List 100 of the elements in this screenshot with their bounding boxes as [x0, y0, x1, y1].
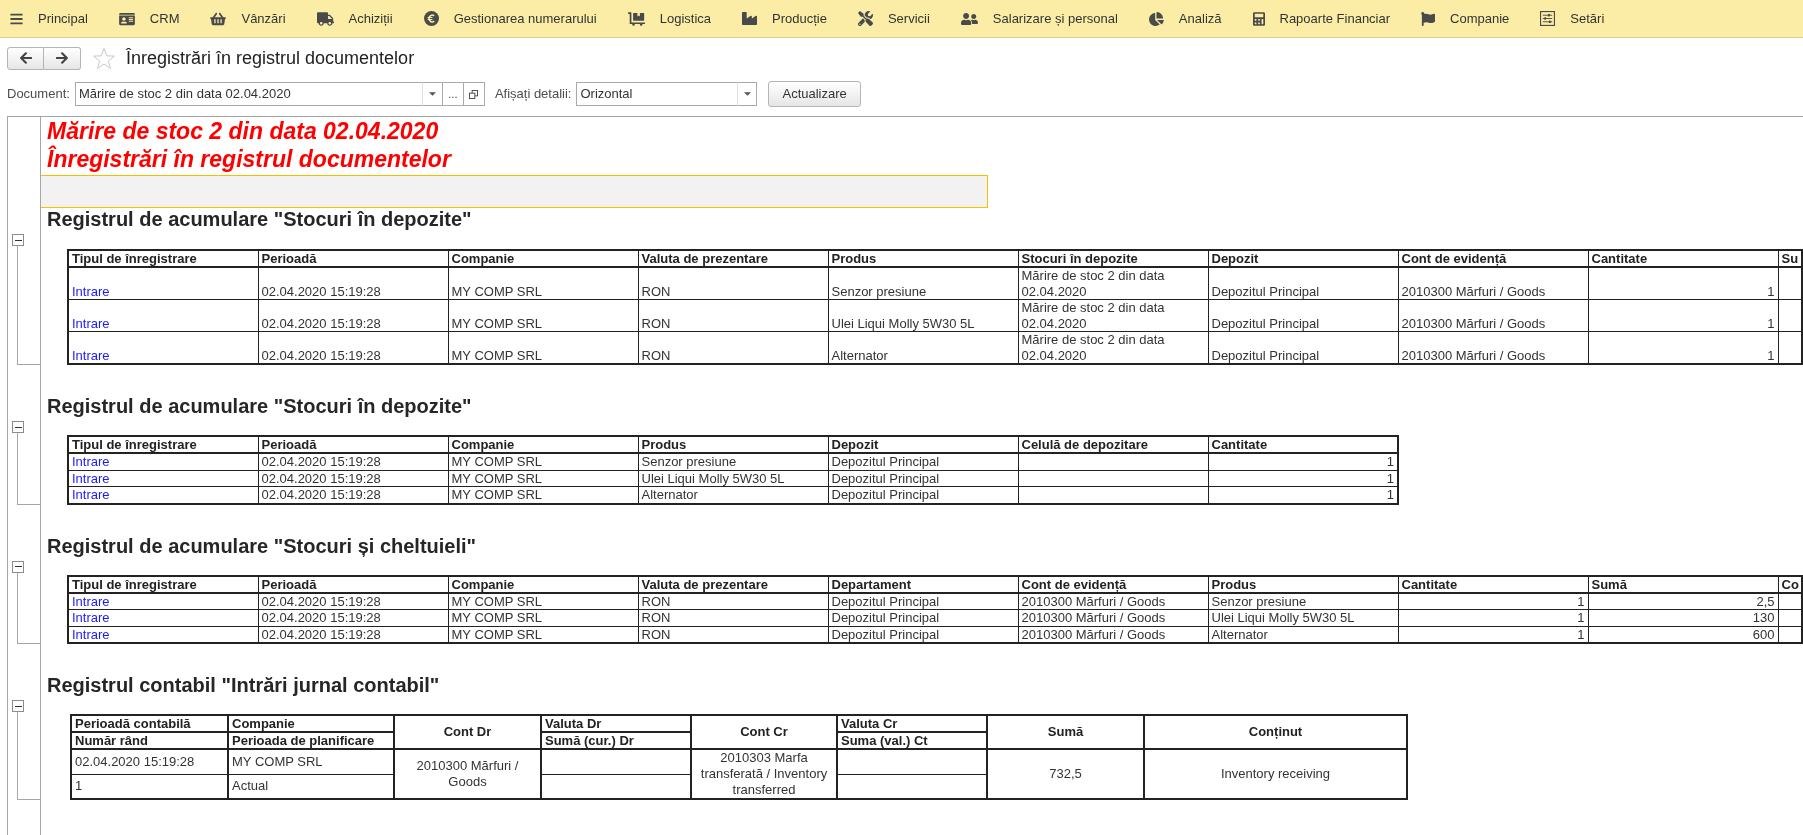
forward-button[interactable]	[44, 46, 81, 70]
entry-link[interactable]: Intrare	[72, 347, 110, 363]
euro-coin-icon	[423, 11, 439, 26]
truck-icon	[316, 11, 334, 26]
entry-link[interactable]: Intrare	[72, 610, 110, 625]
star-icon[interactable]	[93, 47, 115, 69]
collapse-button[interactable]	[12, 700, 24, 712]
entry-link[interactable]: Intrare	[72, 283, 110, 299]
column-header: Valuta Cr	[837, 715, 987, 732]
caret-down-icon	[743, 92, 751, 96]
column-header: Cantitate	[1588, 250, 1778, 267]
column-header: Companie	[448, 250, 638, 267]
arrow-left-icon	[19, 51, 32, 65]
entry-link[interactable]: Intrare	[72, 454, 110, 469]
entry-link[interactable]: Intrare	[72, 593, 110, 609]
table-cell: MY COMP SRL	[448, 470, 638, 487]
column-header: Cont Dr	[394, 715, 541, 749]
menu-item[interactable]: Achiziții	[316, 8, 393, 29]
table-cell: Ulei Liqui Molly 5W30 5L	[638, 470, 828, 487]
table-cell: Mărire de stoc 2 din data 02.04.2020	[1018, 267, 1208, 300]
table-cell: 1	[1398, 592, 1588, 610]
table-cell: 1	[1588, 299, 1778, 332]
menu-icon	[10, 11, 23, 26]
column-header: Companie	[448, 436, 638, 453]
table-cell: 130	[1588, 609, 1778, 626]
table-cell: MY COMP SRL	[448, 267, 638, 300]
page-title: Înregistrări în registrul documentelor	[126, 46, 415, 70]
menu-item[interactable]: Companie	[1421, 8, 1510, 29]
column-header: Depozit	[1208, 250, 1398, 267]
menu-item[interactable]: Producție	[742, 8, 827, 29]
pie-chart-icon	[1148, 11, 1164, 26]
table-cell: 1	[1398, 609, 1588, 626]
column-header: Conținut	[1144, 715, 1407, 749]
column-header: Celulă de depozitare	[1018, 436, 1208, 453]
table-cell: Mărire de stoc 2 din data 02.04.2020	[1018, 299, 1208, 332]
minus-icon	[14, 239, 22, 241]
table-cell: 02.04.2020 15:19:28	[258, 609, 448, 626]
table-cell: Depozitul Principal	[1208, 267, 1398, 300]
section-heading: Registrul de acumulare "Stocuri în depozite"	[46, 395, 473, 417]
column-header: Cont de evidență	[1398, 250, 1588, 267]
column-header: Cont Cr	[691, 715, 837, 749]
calculator-icon	[1252, 11, 1265, 26]
column-header: Tipul de înregistrare	[68, 250, 258, 267]
menu-item[interactable]: Principal	[10, 8, 88, 29]
table-cell: Alternator	[828, 331, 1018, 364]
menu-item[interactable]: Gestionarea numerarului	[423, 8, 597, 29]
table-cell: Senzor presiune	[638, 453, 828, 470]
minus-icon	[14, 566, 22, 567]
tools-icon	[857, 11, 873, 26]
collapse-button[interactable]	[12, 560, 24, 573]
menu-item[interactable]: Logistica	[627, 8, 711, 29]
table-cell: 2,5	[1588, 592, 1778, 610]
collapse-button[interactable]	[12, 234, 24, 246]
dropdown-button[interactable]	[737, 82, 758, 106]
table-cell: 2010300 Mărfuri / Goods	[1018, 592, 1208, 610]
minus-icon	[14, 705, 22, 707]
dropdown-button[interactable]	[421, 82, 442, 106]
back-button[interactable]	[7, 46, 44, 70]
menu-item[interactable]: Rapoarte Financiar	[1252, 8, 1391, 29]
entry-link[interactable]: Intrare	[72, 626, 110, 642]
details-field[interactable]: Orizontal	[576, 82, 738, 106]
table-cell: Alternator	[1208, 626, 1398, 643]
refresh-button[interactable]: Actualizare	[768, 81, 861, 107]
open-button[interactable]	[463, 82, 485, 106]
choose-button[interactable]: ...	[441, 82, 464, 106]
menu-item[interactable]: Servicii	[857, 8, 930, 29]
column-header: Companie	[228, 715, 394, 732]
table-cell: 02.04.2020 15:19:28	[258, 592, 448, 610]
table-cell: 2010300 Mărfuri / Goods	[394, 749, 541, 799]
column-header: Perioadă	[258, 250, 448, 267]
collapse-button[interactable]	[12, 421, 24, 433]
menu-item[interactable]: Salarizare și personal	[960, 8, 1118, 29]
basket-icon	[210, 11, 227, 26]
table-cell: 2010300 Mărfuri / Goods	[1018, 609, 1208, 626]
column-header: Sumă	[1588, 575, 1778, 593]
entry-link[interactable]: Intrare	[72, 487, 110, 502]
details-label: Afișați detalii:	[494, 85, 572, 104]
table-cell: 02.04.2020 15:19:28	[258, 470, 448, 487]
menu-item[interactable]: Setări	[1540, 8, 1605, 29]
document-field[interactable]: Mărire de stoc 2 din data 02.04.2020	[74, 82, 422, 106]
table-cell: MY COMP SRL	[228, 749, 394, 774]
open-window-icon	[469, 89, 479, 99]
section-heading: Registrul contabil "Intrări jurnal contabil"	[46, 674, 441, 696]
report-subtitle: Înregistrări în registrul documentelor	[46, 145, 453, 173]
table-cell: 2010303 Marfa transferată / Inventory transferred	[691, 749, 837, 799]
menu-item[interactable]: Analiză	[1148, 8, 1222, 29]
menu-item[interactable]: CRM	[118, 8, 180, 29]
table-cell: 02.04.2020 15:19:28	[258, 299, 448, 332]
menu-item[interactable]: Vânzări	[210, 8, 286, 29]
entry-link[interactable]: Intrare	[72, 315, 110, 331]
table-cell: MY COMP SRL	[448, 609, 638, 626]
sliders-icon	[1540, 11, 1556, 26]
column-header: Produs	[638, 436, 828, 453]
entry-link[interactable]: Intrare	[72, 470, 110, 486]
table-cell: 2010300 Mărfuri / Goods	[1398, 299, 1588, 332]
table-cell: RON	[638, 299, 828, 332]
column-header: Valuta de prezentare	[638, 575, 828, 593]
dolly-icon	[627, 11, 645, 26]
id-card-icon	[118, 11, 135, 26]
column-header: Sumă	[987, 715, 1144, 749]
